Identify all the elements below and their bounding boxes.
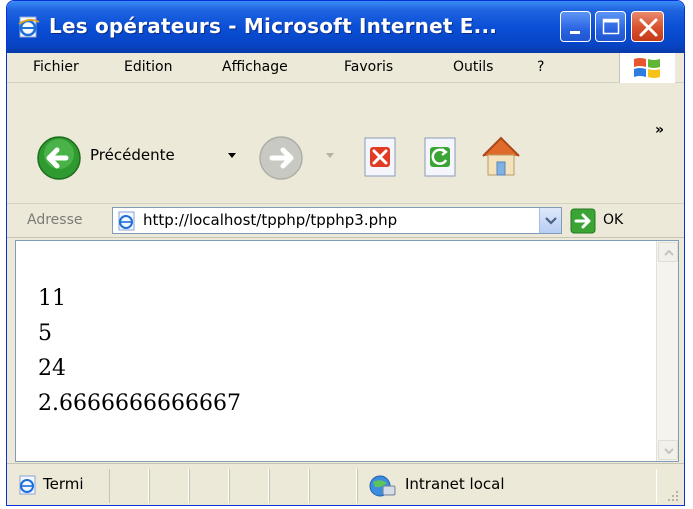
address-bar: Adresse OK [7, 204, 684, 238]
menu-help[interactable]: ? [537, 59, 544, 75]
output-line: 11 [38, 286, 66, 311]
status-segment [109, 469, 149, 503]
output-line: 24 [38, 356, 66, 381]
zone-label: Intranet local [405, 475, 505, 493]
minimize-button[interactable] [560, 11, 591, 42]
resize-grip-icon[interactable] [666, 489, 680, 503]
menu-edition[interactable]: Edition [124, 59, 172, 75]
page-content: 11 5 24 2.6666666666667 [15, 240, 679, 462]
address-dropdown-button[interactable] [539, 208, 561, 233]
close-button[interactable] [631, 11, 664, 42]
forward-dropdown-icon[interactable] [325, 150, 335, 160]
go-label: OK [603, 212, 624, 228]
chevron-down-icon [545, 217, 557, 225]
go-arrow-icon [570, 208, 596, 234]
address-input[interactable] [143, 211, 513, 229]
menu-favoris[interactable]: Favoris [344, 59, 393, 75]
output-line: 2.6666666666667 [38, 391, 241, 416]
toolbar: Précédente » [7, 84, 684, 204]
maximize-button[interactable] [595, 11, 626, 42]
windows-flag-icon [634, 58, 660, 78]
address-label: Adresse [27, 212, 83, 228]
scroll-up-button[interactable] [658, 242, 678, 262]
maximize-icon [602, 18, 620, 35]
window-title: Les opérateurs - Microsoft Internet E... [49, 14, 498, 38]
output-line: 5 [38, 321, 52, 346]
status-segment [309, 469, 357, 503]
menu-outils[interactable]: Outils [453, 59, 493, 75]
status-segment [189, 469, 229, 503]
page-icon [118, 211, 135, 231]
back-dropdown-icon[interactable] [227, 150, 237, 160]
status-text: Termi [43, 475, 84, 493]
chevron-up-icon [664, 249, 674, 256]
browser-window: Les opérateurs - Microsoft Internet E...… [6, 0, 685, 506]
back-button-label[interactable]: Précédente [90, 146, 175, 164]
scroll-down-button[interactable] [658, 440, 678, 460]
chevron-down-icon [664, 448, 674, 455]
intranet-zone-icon [369, 475, 396, 497]
vertical-scrollbar[interactable] [656, 241, 678, 461]
back-arrow-icon[interactable] [35, 134, 83, 182]
minimize-icon [570, 31, 580, 34]
windows-logo [619, 53, 675, 83]
status-segment [149, 469, 189, 503]
menu-fichier[interactable]: Fichier [33, 59, 79, 75]
toolbar-overflow-chevron[interactable]: » [655, 122, 664, 138]
stop-icon[interactable] [359, 135, 401, 179]
menu-affichage[interactable]: Affichage [222, 59, 288, 75]
output-lines: 11 5 24 2.6666666666667 [38, 281, 241, 421]
zone-segment [357, 469, 657, 503]
page-done-icon [19, 475, 36, 495]
address-field[interactable] [112, 207, 562, 234]
forward-arrow-icon[interactable] [257, 134, 305, 182]
go-button[interactable]: OK [570, 208, 650, 234]
title-bar[interactable]: Les opérateurs - Microsoft Internet E... [7, 1, 684, 53]
refresh-icon[interactable] [419, 135, 461, 179]
status-segment [229, 469, 269, 503]
menu-bar: Fichier Edition Affichage Favoris Outils… [7, 53, 684, 83]
status-bar: Termi Intranet local [7, 463, 684, 505]
home-icon[interactable] [475, 130, 527, 182]
status-segment [269, 469, 309, 503]
close-icon [639, 18, 658, 37]
ie-page-icon [18, 16, 40, 38]
